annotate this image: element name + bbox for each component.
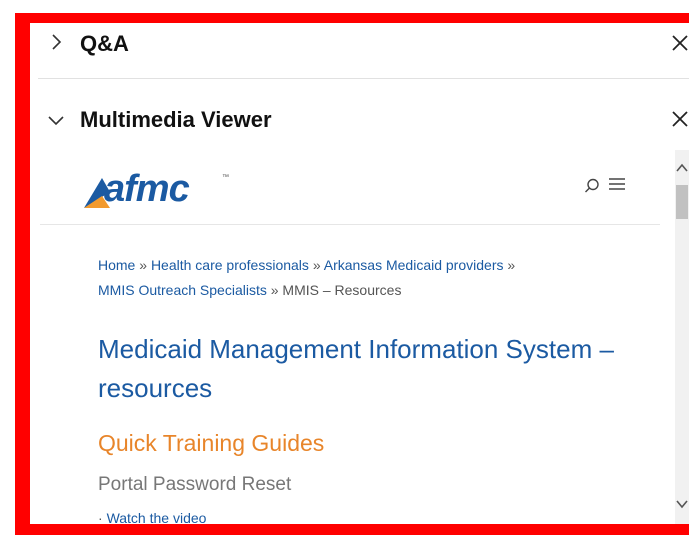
breadcrumb-link-arkansas-medicaid-providers[interactable]: Arkansas Medicaid providers: [324, 257, 504, 273]
qa-panel-header[interactable]: Q&A: [30, 16, 689, 72]
section-heading: Quick Training Guides: [98, 430, 325, 456]
menu-icon[interactable]: [608, 176, 626, 197]
bullet-marker: ·: [98, 510, 103, 524]
breadcrumb-link-home[interactable]: Home: [98, 257, 135, 273]
chevron-down-icon[interactable]: [46, 108, 66, 133]
scroll-up-icon[interactable]: [675, 162, 689, 176]
scroll-down-icon[interactable]: [675, 498, 689, 512]
chevron-right-icon[interactable]: [46, 32, 66, 57]
breadcrumb: Home » Health care professionals » Arkan…: [98, 253, 598, 303]
vertical-scrollbar[interactable]: [675, 150, 689, 524]
logo-trademark: ™: [222, 174, 229, 181]
multimedia-panel-header[interactable]: Multimedia Viewer: [30, 92, 689, 148]
breadcrumb-separator: »: [270, 282, 279, 298]
watch-video-link[interactable]: Watch the video: [107, 510, 207, 524]
qa-panel-title: Q&A: [80, 31, 129, 56]
breadcrumb-link-mmis-outreach-specialists[interactable]: MMIS Outreach Specialists: [98, 282, 267, 298]
list-item: · Watch the video: [98, 510, 206, 524]
afmc-logo[interactable]: afmc ™: [82, 166, 232, 210]
multimedia-viewer-frame[interactable]: afmc ™ Home » Health care professionals …: [40, 150, 680, 524]
multimedia-panel-title: Multimedia Viewer: [80, 107, 272, 132]
close-icon[interactable]: [671, 106, 689, 134]
breadcrumb-separator: »: [312, 257, 321, 273]
logo-text: afmc: [104, 168, 190, 210]
breadcrumb-link-health-care-professionals[interactable]: Health care professionals: [151, 257, 309, 273]
scroll-thumb[interactable]: [676, 185, 688, 219]
close-icon[interactable]: [671, 30, 689, 58]
breadcrumb-current: MMIS – Resources: [282, 282, 402, 298]
page-title: Medicaid Management Information System –…: [98, 334, 614, 403]
highlight-border-left: [15, 13, 30, 534]
panel-divider: [38, 78, 689, 79]
search-icon[interactable]: [584, 178, 600, 199]
breadcrumb-separator: »: [507, 257, 516, 273]
site-header: afmc ™: [40, 150, 660, 225]
sub-heading: Portal Password Reset: [98, 474, 292, 495]
breadcrumb-separator: »: [139, 257, 148, 273]
highlight-border-bottom: [15, 524, 689, 535]
